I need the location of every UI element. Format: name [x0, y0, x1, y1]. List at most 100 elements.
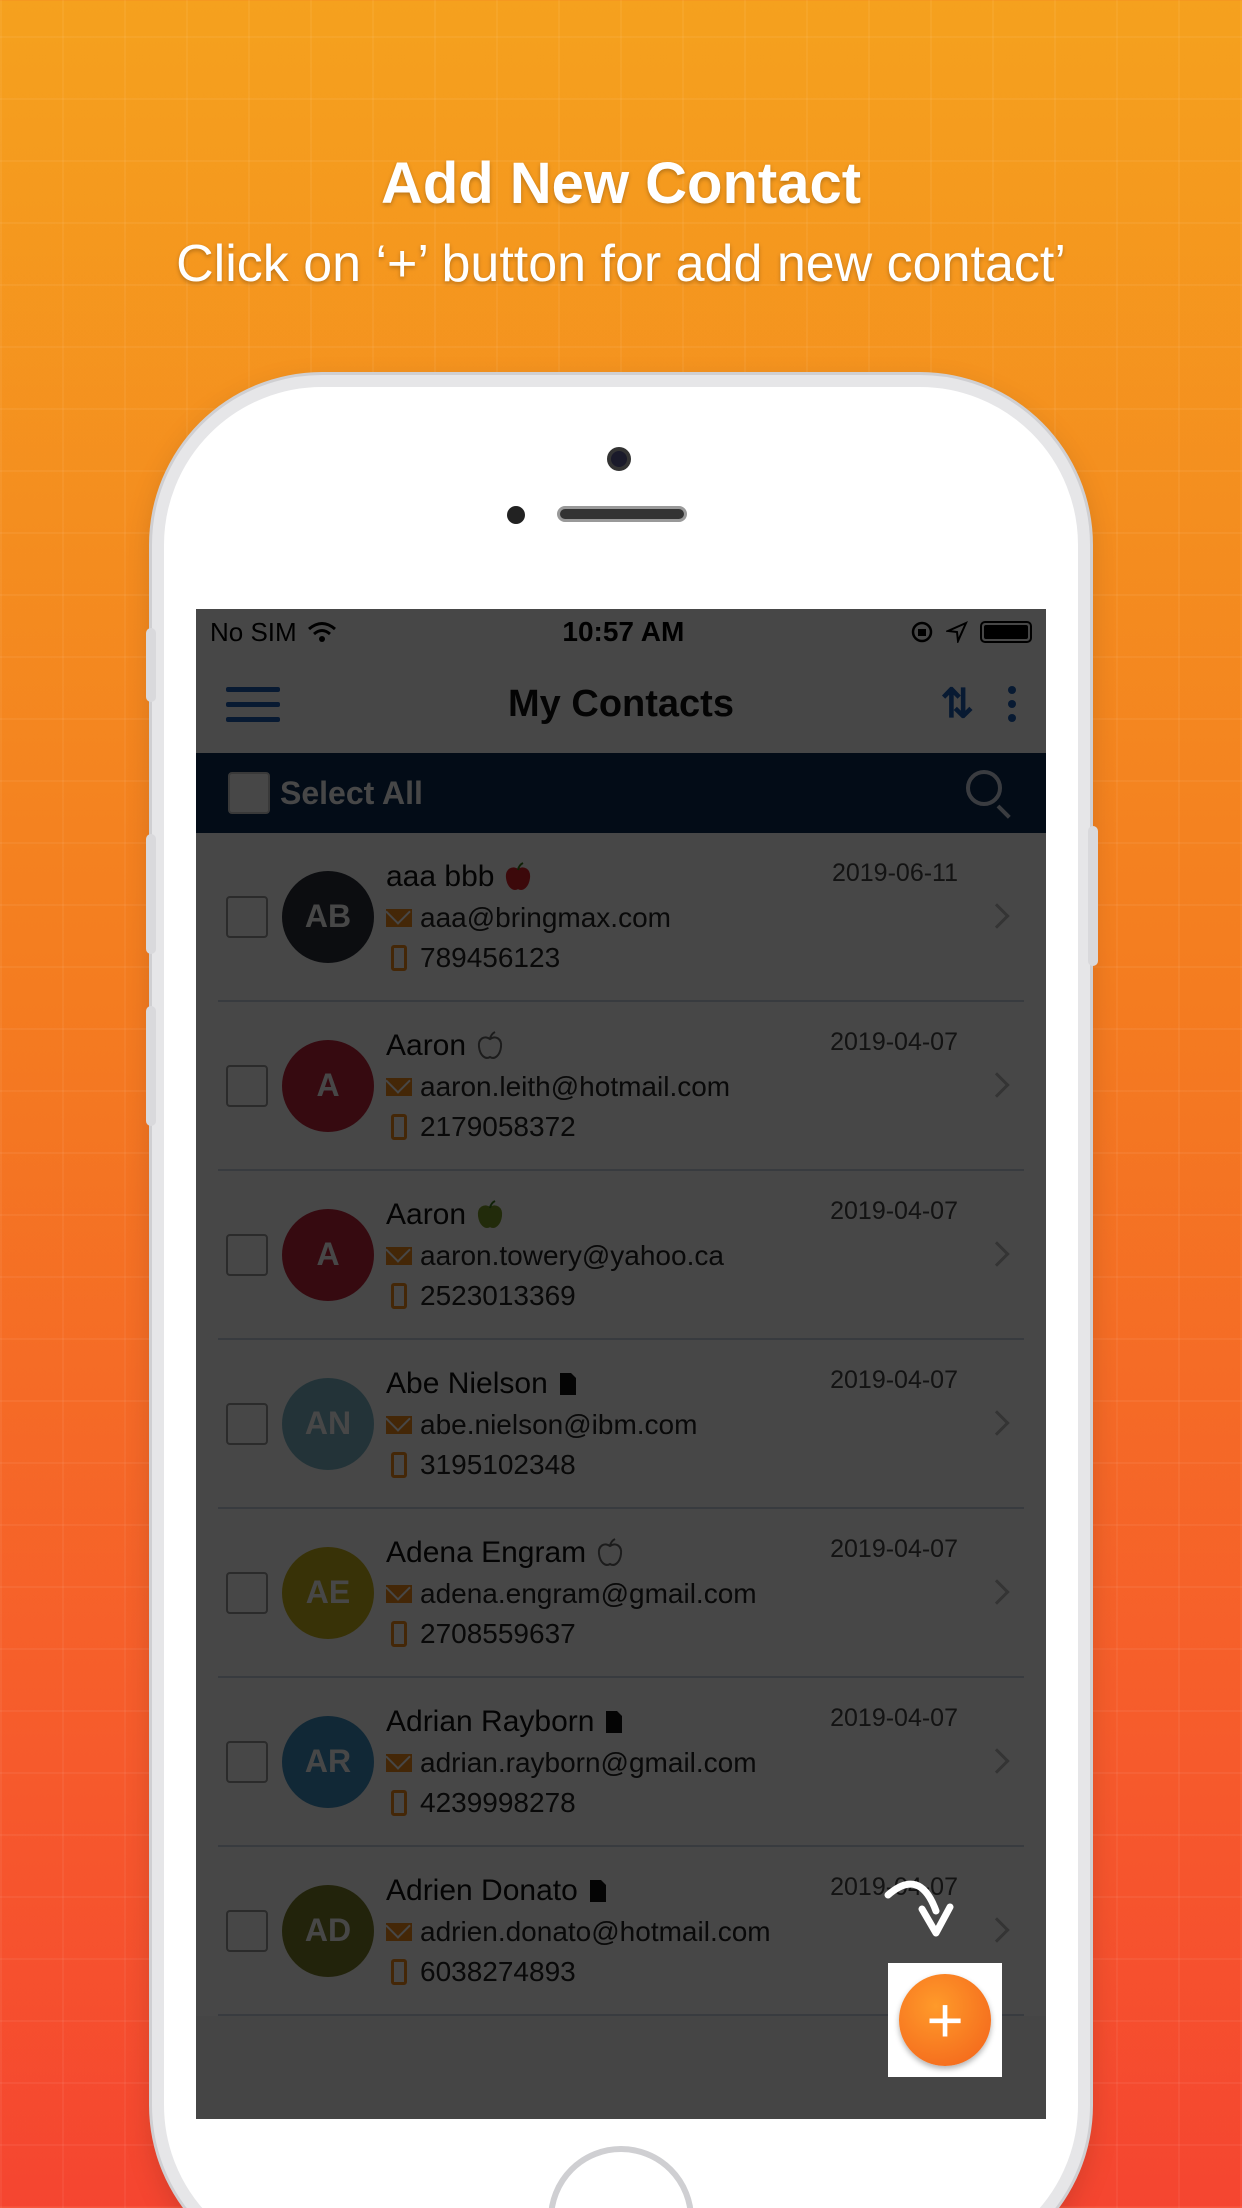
- mail-icon: [386, 1584, 412, 1603]
- avatar: AN: [282, 1377, 374, 1470]
- clock: 10:57 AM: [562, 616, 685, 647]
- front-camera: [607, 447, 631, 471]
- mail-icon: [386, 1922, 412, 1941]
- sim-card-icon: [606, 1710, 623, 1733]
- curved-arrow-icon: [884, 1880, 954, 1937]
- contact-phone: 2708559637: [420, 1617, 576, 1649]
- avatar: A: [282, 1208, 374, 1301]
- avatar-initials: AE: [305, 1574, 351, 1610]
- contact-date: 2019-04-07: [830, 1028, 958, 1056]
- contact-checkbox[interactable]: [226, 1233, 268, 1276]
- contact-row[interactable]: AB aaa bbb aaa@bringmax.com 789456123 2019-0…: [218, 833, 1024, 1002]
- contact-checkbox[interactable]: [226, 1909, 268, 1952]
- contact-row[interactable]: AR Adrian Rayborn adrian.rayborn@gmail.com…: [218, 1678, 1024, 1847]
- page-title: My Contacts: [508, 682, 734, 725]
- chevron-right-icon: [984, 1410, 1010, 1436]
- select-all-label[interactable]: Select All: [280, 775, 423, 812]
- contact-phone: 2179058372: [420, 1110, 576, 1142]
- select-all-checkbox[interactable]: [228, 772, 270, 814]
- carrier-label: No SIM: [210, 616, 297, 647]
- chevron-right-icon: [984, 1579, 1010, 1605]
- contact-checkbox[interactable]: [226, 1571, 268, 1614]
- contact-email: abe.nielson@ibm.com: [420, 1408, 698, 1440]
- contact-row[interactable]: A Aaron aaron.leith@hotmail.com 2179058372 2…: [218, 1002, 1024, 1171]
- promo-subtitle: Click on ‘+’ button for add new contact’: [176, 235, 1066, 293]
- contact-phone: 3195102348: [420, 1448, 576, 1480]
- contact-checkbox[interactable]: [226, 1064, 268, 1107]
- avatar-initials: A: [316, 1067, 340, 1103]
- apple-icon: [478, 1199, 503, 1228]
- contact-date: 2019-04-07: [830, 1366, 958, 1394]
- contact-phone: 789456123: [420, 941, 561, 973]
- sim-card-icon: [589, 1879, 606, 1902]
- contact-row[interactable]: AE Adena Engram adena.engram@gmail.com 2708…: [218, 1509, 1024, 1678]
- phone-icon: [391, 1451, 407, 1478]
- contact-name: Aaron: [386, 1197, 467, 1231]
- sort-arrows-icon[interactable]: ⇅: [940, 681, 973, 727]
- contact-email: aaron.leith@hotmail.com: [420, 1070, 731, 1102]
- contact-email: adrian.rayborn@gmail.com: [420, 1746, 757, 1778]
- battery-icon: [980, 621, 1032, 643]
- more-vertical-icon[interactable]: [1008, 686, 1016, 722]
- mute-switch: [146, 628, 156, 702]
- fab-highlight: +: [888, 1963, 1002, 2077]
- phone-icon: [391, 1282, 407, 1309]
- volume-up-button: [146, 834, 156, 954]
- avatar-initials: A: [316, 1236, 340, 1272]
- contact-list: AB aaa bbb aaa@bringmax.com 789456123 2019-0…: [196, 833, 1046, 2016]
- earpiece-speaker: [557, 506, 687, 522]
- contact-email: aaron.towery@yahoo.ca: [420, 1239, 724, 1271]
- contact-checkbox[interactable]: [226, 1402, 268, 1445]
- contact-checkbox[interactable]: [226, 895, 268, 938]
- proximity-sensor: [507, 506, 525, 524]
- contact-phone: 2523013369: [420, 1279, 576, 1311]
- mail-icon: [386, 1246, 412, 1265]
- contact-email: adena.engram@gmail.com: [420, 1577, 757, 1609]
- wifi-icon: [307, 622, 336, 642]
- avatar-initials: AN: [304, 1405, 352, 1441]
- avatar-initials: AD: [304, 1912, 352, 1948]
- avatar: AR: [282, 1715, 374, 1808]
- contact-row[interactable]: A Aaron aaron.towery@yahoo.ca 2523013369 201…: [218, 1171, 1024, 1340]
- avatar-initials: AR: [304, 1743, 352, 1779]
- contact-name: aaa bbb: [386, 859, 495, 893]
- phone-icon: [391, 944, 407, 971]
- mail-icon: [386, 1415, 412, 1434]
- apple-icon: [598, 1537, 623, 1566]
- app-header: My Contacts ⇅: [196, 655, 1046, 753]
- power-button: [1088, 826, 1098, 966]
- contact-date: 2019-04-07: [830, 1197, 958, 1225]
- avatar: AB: [282, 870, 374, 963]
- apple-icon: [478, 1030, 503, 1059]
- avatar-initials: AB: [304, 898, 352, 934]
- contact-name: Abe Nielson: [386, 1366, 548, 1400]
- plus-icon: +: [926, 1984, 964, 2056]
- select-all-bar: Select All: [196, 753, 1046, 833]
- phone-icon: [391, 1620, 407, 1647]
- contact-date: 2019-04-07: [830, 1704, 958, 1732]
- status-bar: No SIM 10:57 AM: [196, 609, 1046, 655]
- avatar: AE: [282, 1546, 374, 1639]
- avatar: A: [282, 1039, 374, 1132]
- avatar: AD: [282, 1884, 374, 1977]
- search-icon[interactable]: [964, 768, 1014, 819]
- phone-icon: [391, 1789, 407, 1816]
- contact-checkbox[interactable]: [226, 1740, 268, 1783]
- contact-date: 2019-06-11: [831, 859, 958, 887]
- sim-card-icon: [559, 1372, 576, 1395]
- contact-name: Adrian Rayborn: [386, 1704, 595, 1738]
- chevron-right-icon: [984, 1917, 1010, 1943]
- contact-phone: 4239998278: [420, 1786, 576, 1818]
- phone-icon: [391, 1958, 407, 1985]
- chevron-right-icon: [984, 1072, 1010, 1098]
- add-contact-button[interactable]: +: [899, 1974, 991, 2066]
- contact-email: aaa@bringmax.com: [420, 901, 671, 933]
- mail-icon: [386, 1753, 412, 1772]
- app-screen: No SIM 10:57 AM My Contacts ⇅ Select All…: [196, 609, 1046, 2119]
- apple-icon: [506, 861, 531, 890]
- mail-icon: [386, 908, 412, 927]
- hamburger-icon[interactable]: [226, 686, 280, 722]
- contact-row[interactable]: AN Abe Nielson abe.nielson@ibm.com 31951023…: [218, 1340, 1024, 1509]
- contact-date: 2019-04-07: [830, 1535, 958, 1563]
- location-arrow-icon: [946, 621, 968, 643]
